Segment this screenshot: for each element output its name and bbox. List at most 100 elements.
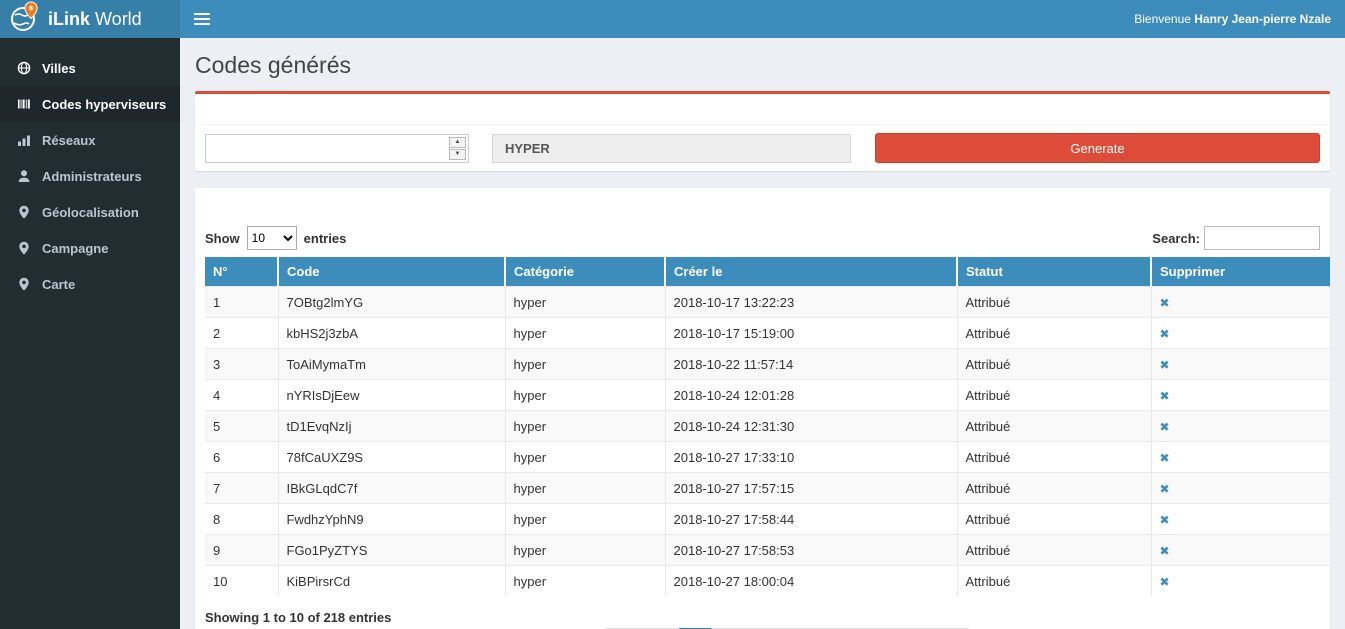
- map-marker-icon: [16, 241, 32, 255]
- column-header[interactable]: Statut: [957, 257, 1151, 287]
- cell-code: ToAiMymaTm: [278, 349, 505, 380]
- barcode-icon: [16, 97, 32, 111]
- stepper-down-icon[interactable]: ▼: [449, 149, 466, 160]
- cell-delete: ✖: [1151, 566, 1330, 597]
- delete-icon[interactable]: ✖: [1160, 513, 1170, 527]
- cell-status: Attribué: [957, 411, 1151, 442]
- sidebar-item-label: Administrateurs: [42, 169, 142, 184]
- generate-button[interactable]: Generate: [875, 133, 1320, 163]
- sidebar-item-label: Géolocalisation: [42, 205, 139, 220]
- cell-n: 10: [205, 566, 278, 597]
- sidebar-item-label: Villes: [42, 61, 76, 76]
- table-info: Showing 1 to 10 of 218 entries: [205, 610, 1320, 625]
- cell-code: FwdhzYphN9: [278, 504, 505, 535]
- page-length-select[interactable]: 10: [247, 226, 297, 250]
- user-name: Hanry Jean-pierre Nzale: [1194, 12, 1331, 26]
- cell-created: 2018-10-27 17:58:53: [665, 535, 957, 566]
- cell-category: hyper: [505, 504, 665, 535]
- table-row: 2kbHS2j3zbAhyper2018-10-17 15:19:00Attri…: [205, 318, 1330, 349]
- show-label: Show: [205, 231, 240, 246]
- cell-n: 3: [205, 349, 278, 380]
- cell-status: Attribué: [957, 349, 1151, 380]
- sidebar-item-campagne[interactable]: Campagne: [0, 230, 180, 266]
- globe-pin-logo-icon: $: [10, 1, 40, 38]
- column-header[interactable]: Catégorie: [505, 257, 665, 287]
- delete-icon[interactable]: ✖: [1160, 544, 1170, 558]
- cell-status: Attribué: [957, 504, 1151, 535]
- generator-box: ▲ ▼ HYPER Generate: [195, 91, 1330, 171]
- cell-code: KiBPirsrCd: [278, 566, 505, 597]
- cell-created: 2018-10-27 17:57:15: [665, 473, 957, 504]
- top-navbar: $ iLink World Bienvenue Hanry Jean-pierr…: [0, 0, 1345, 38]
- sidebar-item-r-seaux[interactable]: Réseaux: [0, 122, 180, 158]
- cell-n: 2: [205, 318, 278, 349]
- cell-code: 78fCaUXZ9S: [278, 442, 505, 473]
- cell-status: Attribué: [957, 473, 1151, 504]
- quantity-stepper[interactable]: ▲ ▼: [205, 134, 469, 163]
- cell-n: 5: [205, 411, 278, 442]
- cell-n: 6: [205, 442, 278, 473]
- sidebar-item-administrateurs[interactable]: Administrateurs: [0, 158, 180, 194]
- cell-n: 7: [205, 473, 278, 504]
- column-header[interactable]: Code: [278, 257, 505, 287]
- app-title: iLink World: [48, 9, 142, 30]
- sidebar-item-carte[interactable]: Carte: [0, 266, 180, 302]
- cell-created: 2018-10-27 17:33:10: [665, 442, 957, 473]
- column-header[interactable]: Créer le: [665, 257, 957, 287]
- cell-category: hyper: [505, 566, 665, 597]
- cell-delete: ✖: [1151, 380, 1330, 411]
- cell-n: 4: [205, 380, 278, 411]
- table-row: 678fCaUXZ9Shyper2018-10-27 17:33:10Attri…: [205, 442, 1330, 473]
- cell-delete: ✖: [1151, 535, 1330, 566]
- search-label: Search:: [1152, 231, 1200, 246]
- table-row: 8FwdhzYphN9hyper2018-10-27 17:58:44Attri…: [205, 504, 1330, 535]
- delete-icon[interactable]: ✖: [1160, 575, 1170, 589]
- welcome-user[interactable]: Bienvenue Hanry Jean-pierre Nzale: [1134, 12, 1345, 26]
- cell-created: 2018-10-27 18:00:04: [665, 566, 957, 597]
- cell-category: hyper: [505, 380, 665, 411]
- delete-icon[interactable]: ✖: [1160, 296, 1170, 310]
- delete-icon[interactable]: ✖: [1160, 451, 1170, 465]
- sidebar-item-codes-hyperviseurs[interactable]: Codes hyperviseurs: [0, 86, 180, 122]
- delete-icon[interactable]: ✖: [1160, 482, 1170, 496]
- cell-code: tD1EvqNzIj: [278, 411, 505, 442]
- cell-code: kbHS2j3zbA: [278, 318, 505, 349]
- globe-icon: [16, 61, 32, 75]
- svg-text:$: $: [29, 6, 32, 12]
- generator-box-header: [195, 94, 1330, 125]
- column-header[interactable]: Supprimer: [1151, 257, 1330, 287]
- table-row: 4nYRIsDjEewhyper2018-10-24 12:01:28Attri…: [205, 380, 1330, 411]
- page-title: Codes générés: [195, 52, 1330, 79]
- delete-icon[interactable]: ✖: [1160, 420, 1170, 434]
- cell-created: 2018-10-22 11:57:14: [665, 349, 957, 380]
- cell-status: Attribué: [957, 442, 1151, 473]
- sidebar-item-label: Codes hyperviseurs: [42, 97, 166, 112]
- cell-category: hyper: [505, 411, 665, 442]
- cell-status: Attribué: [957, 318, 1151, 349]
- delete-icon[interactable]: ✖: [1160, 389, 1170, 403]
- stepper-up-icon[interactable]: ▲: [449, 137, 466, 148]
- cell-n: 8: [205, 504, 278, 535]
- cell-created: 2018-10-24 12:01:28: [665, 380, 957, 411]
- cell-delete: ✖: [1151, 504, 1330, 535]
- brand-logo[interactable]: $ iLink World: [0, 0, 180, 38]
- hamburger-icon: [194, 13, 210, 15]
- cell-n: 9: [205, 535, 278, 566]
- table-row: 7IBkGLqdC7fhyper2018-10-27 17:57:15Attri…: [205, 473, 1330, 504]
- content-area: Codes générés ▲ ▼ HYPER Generate Show 10…: [180, 38, 1345, 629]
- sidebar-toggle-button[interactable]: [180, 0, 224, 38]
- column-header[interactable]: N°: [205, 257, 278, 287]
- cell-delete: ✖: [1151, 473, 1330, 504]
- search-input[interactable]: [1204, 226, 1320, 250]
- sidebar-nav: Villes Codes hyperviseurs Réseaux Administr…: [0, 38, 180, 629]
- delete-icon[interactable]: ✖: [1160, 327, 1170, 341]
- cell-delete: ✖: [1151, 442, 1330, 473]
- cell-created: 2018-10-17 13:22:23: [665, 287, 957, 318]
- cell-delete: ✖: [1151, 287, 1330, 318]
- map-marker-icon: [16, 277, 32, 291]
- delete-icon[interactable]: ✖: [1160, 358, 1170, 372]
- sidebar-item-villes[interactable]: Villes: [0, 50, 180, 86]
- sidebar-item-g-olocalisation[interactable]: Géolocalisation: [0, 194, 180, 230]
- sidebar-item-label: Carte: [42, 277, 75, 292]
- cell-code: 7OBtg2lmYG: [278, 287, 505, 318]
